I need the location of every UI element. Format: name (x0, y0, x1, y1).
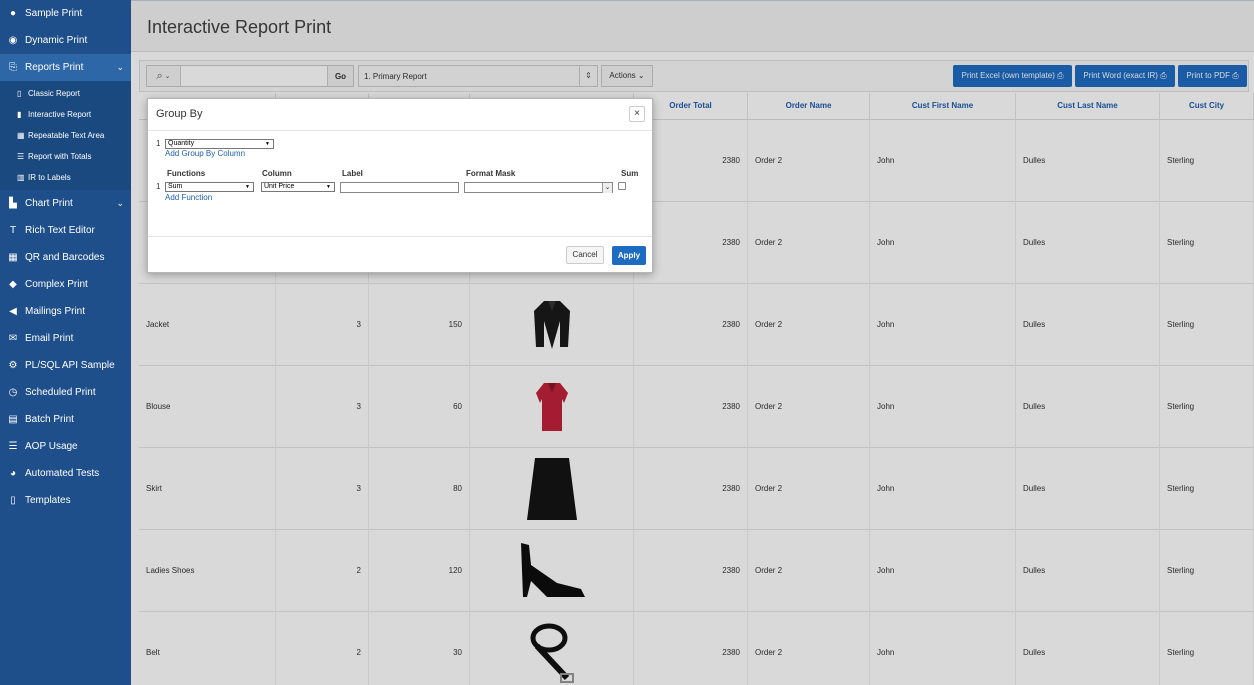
sidebar-item-aop-usage[interactable]: ☰ AOP Usage (0, 433, 131, 460)
cancel-button[interactable]: Cancel (566, 246, 604, 264)
add-group-by-column-link[interactable]: Add Group By Column (165, 149, 245, 158)
divider (148, 236, 652, 237)
sum-checkbox[interactable] (618, 182, 626, 190)
document-icon: ▯ (10, 495, 16, 506)
sidebar-item-dynamic-print[interactable]: ◉ Dynamic Print (0, 27, 131, 54)
dropdown-arrow-icon: ▼ (265, 141, 270, 147)
function-select[interactable]: Sum ▼ (165, 182, 254, 192)
chevron-down-icon: ⌄ (116, 198, 124, 208)
sidebar-item-ir-to-labels[interactable]: ▥ IR to Labels (0, 167, 131, 188)
sidebar-item-chart-print[interactable]: ▙ Chart Print ⌄ (0, 190, 131, 217)
sum-header: Sum (621, 169, 639, 178)
sidebar-item-rich-text-editor[interactable]: T Rich Text Editor (0, 217, 131, 244)
gear-icon: ⚙ (8, 360, 18, 371)
close-button[interactable]: × (629, 106, 645, 122)
sidebar-item-classic-report[interactable]: ▯ Classic Report (0, 83, 131, 104)
format-mask-input[interactable]: ⌄ (464, 182, 613, 193)
group-by-dialog: Group By × 1 Quantity ▼ Add Group By Colu… (147, 98, 653, 273)
group-by-column-select[interactable]: Quantity ▼ (165, 139, 274, 149)
sidebar-item-plsql-api-sample[interactable]: ⚙ PL/SQL API Sample (0, 352, 131, 379)
circle-icon: ● (9, 8, 17, 19)
label-header: Label (342, 169, 363, 178)
reports-icon: ⎘ (9, 62, 17, 73)
sidebar-item-reports-print[interactable]: ⎘ Reports Print ⌄ (0, 54, 131, 81)
functions-header: Functions (167, 169, 206, 178)
qr-icon: ▦ (8, 252, 18, 263)
sidebar: ● Sample Print ◉ Dynamic Print ⎘ Reports Pr… (0, 0, 131, 685)
dropdown-arrow-icon: ▼ (326, 184, 331, 190)
chevron-down-icon[interactable]: ⌄ (602, 183, 612, 193)
list-icon: ☰ (8, 441, 18, 452)
sidebar-item-scheduled-print[interactable]: ◷ Scheduled Print (0, 379, 131, 406)
clock-icon: ◷ (8, 387, 18, 398)
graduation-icon: ◆ (9, 279, 17, 290)
dashboard-icon: ◕ (9, 468, 17, 479)
close-icon: × (634, 108, 640, 119)
sidebar-item-interactive-report[interactable]: ▮ Interactive Report (0, 104, 131, 125)
group-row-number: 1 (156, 139, 161, 148)
function-row-number: 1 (156, 182, 161, 191)
dialog-title: Group By (156, 108, 203, 120)
sidebar-item-templates[interactable]: ▯ Templates (0, 487, 131, 514)
sidebar-item-qr-and-barcodes[interactable]: ▦ QR and Barcodes (0, 244, 131, 271)
add-function-link[interactable]: Add Function (165, 193, 212, 202)
column-header: Column (262, 169, 292, 178)
text-icon: T (9, 225, 17, 236)
column-select[interactable]: Unit Price ▼ (261, 182, 335, 192)
file-icon: ▮ (17, 110, 22, 119)
eye-icon: ◉ (8, 35, 18, 46)
format-mask-header: Format Mask (466, 169, 516, 178)
file-icon: ▯ (17, 89, 22, 98)
list-icon: ☰ (17, 152, 25, 161)
grid-icon: ▦ (17, 131, 25, 140)
grid-icon: ▥ (17, 173, 25, 182)
envelope-icon: ✉ (8, 333, 18, 344)
apply-button[interactable]: Apply (612, 246, 646, 265)
bullhorn-icon: ◀ (9, 306, 17, 317)
dropdown-arrow-icon: ▼ (245, 184, 250, 190)
reports-submenu: ▯ Classic Report ▮ Interactive Report ▦ Rep… (0, 81, 131, 190)
label-input[interactable] (340, 182, 459, 193)
sidebar-item-complex-print[interactable]: ◆ Complex Print (0, 271, 131, 298)
sidebar-item-automated-tests[interactable]: ◕ Automated Tests (0, 460, 131, 487)
chart-icon: ▙ (9, 198, 17, 209)
chevron-down-icon: ⌄ (116, 62, 124, 72)
sidebar-item-email-print[interactable]: ✉ Email Print (0, 325, 131, 352)
divider (148, 130, 652, 131)
sidebar-item-sample-print[interactable]: ● Sample Print (0, 0, 131, 27)
sidebar-item-mailings-print[interactable]: ◀ Mailings Print (0, 298, 131, 325)
sidebar-item-report-with-totals[interactable]: ☰ Report with Totals (0, 146, 131, 167)
sidebar-item-batch-print[interactable]: ▤ Batch Print (0, 406, 131, 433)
sidebar-item-repeatable-text-area[interactable]: ▦ Repeatable Text Area (0, 125, 131, 146)
file-icon: ▤ (8, 414, 18, 425)
